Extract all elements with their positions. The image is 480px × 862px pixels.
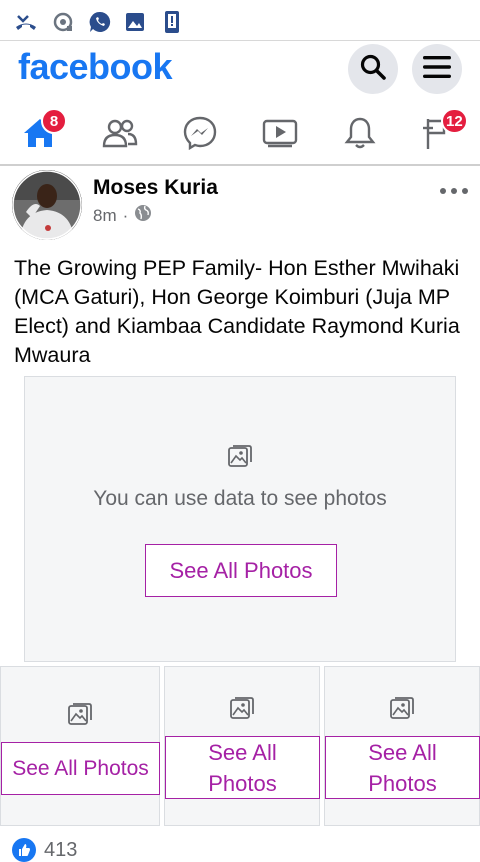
like-icon bbox=[12, 838, 36, 862]
post-options-button[interactable] bbox=[440, 180, 468, 202]
tab-friends[interactable] bbox=[90, 104, 150, 162]
reaction-count: 413 bbox=[44, 838, 78, 861]
phone-update-icon bbox=[160, 10, 184, 34]
bell-icon bbox=[344, 116, 376, 150]
image-icon bbox=[68, 703, 92, 725]
nav-divider bbox=[0, 164, 480, 166]
post-author-name[interactable]: Moses Kuria bbox=[93, 176, 218, 200]
meta-separator: · bbox=[122, 205, 129, 225]
post-meta: 8m · bbox=[93, 204, 152, 227]
photo-placeholder-main[interactable]: You can use data to see photos See All P… bbox=[24, 376, 456, 662]
avatar[interactable] bbox=[12, 170, 82, 240]
dot bbox=[440, 188, 446, 194]
search-icon bbox=[359, 53, 387, 86]
tab-messenger[interactable] bbox=[170, 104, 230, 162]
photo-placeholder-1[interactable]: See All Photos bbox=[0, 666, 160, 826]
search-button[interactable] bbox=[348, 44, 398, 94]
photo-placeholder-2[interactable]: See All Photos bbox=[164, 666, 320, 826]
marketplace-badge: 12 bbox=[441, 108, 468, 134]
friends-icon bbox=[102, 118, 138, 148]
dot bbox=[451, 188, 457, 194]
video-icon bbox=[262, 118, 298, 148]
dot bbox=[462, 188, 468, 194]
data-notice: You can use data to see photos bbox=[93, 487, 387, 510]
see-all-photos-button[interactable]: See All Photos bbox=[325, 736, 480, 799]
image-icon bbox=[390, 697, 414, 719]
see-all-photos-button[interactable]: See All Photos bbox=[165, 736, 320, 799]
gallery-icon bbox=[123, 10, 147, 34]
status-bar bbox=[0, 0, 480, 40]
messenger-icon bbox=[183, 116, 217, 150]
whatsapp-icon bbox=[88, 10, 112, 34]
image-icon bbox=[228, 445, 252, 467]
hamburger-menu-icon bbox=[423, 55, 451, 84]
tab-notifications[interactable] bbox=[330, 104, 390, 162]
image-icon bbox=[230, 697, 254, 719]
tab-watch[interactable] bbox=[250, 104, 310, 162]
menu-button[interactable] bbox=[412, 44, 462, 94]
missed-call-icon bbox=[14, 10, 38, 34]
photo-placeholder-3[interactable]: See All Photos bbox=[324, 666, 480, 826]
see-all-photos-button[interactable]: See All Photos bbox=[1, 742, 160, 795]
post-time[interactable]: 8m bbox=[93, 206, 117, 226]
home-badge: 8 bbox=[41, 108, 67, 134]
tab-bar: 8 12 bbox=[0, 104, 480, 162]
status-divider bbox=[0, 40, 480, 41]
data-saver-icon bbox=[51, 10, 75, 34]
reaction-summary[interactable]: 413 bbox=[12, 838, 77, 862]
globe-icon bbox=[134, 204, 152, 227]
facebook-logo[interactable]: facebook bbox=[18, 46, 173, 88]
post-text: The Growing PEP Family- Hon Esther Mwiha… bbox=[14, 256, 460, 367]
see-all-photos-button[interactable]: See All Photos bbox=[145, 544, 337, 597]
